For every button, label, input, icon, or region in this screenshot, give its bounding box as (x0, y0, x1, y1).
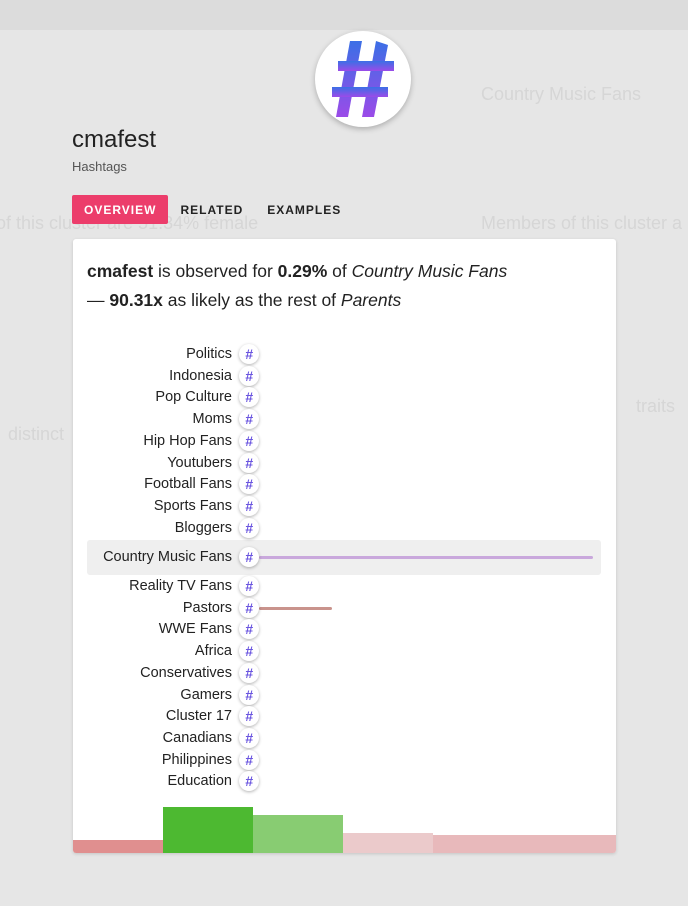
row-label: Africa (194, 643, 232, 660)
hashtag-icon: # (239, 641, 259, 662)
chart-row[interactable]: Moms # (73, 408, 616, 430)
hashtag-icon: # (239, 387, 259, 408)
page-subtitle: Hashtags (72, 159, 127, 174)
row-label: Indonesia (169, 367, 232, 384)
hashtag-icon: # (239, 365, 259, 386)
tab-bar: OVERVIEW RELATED EXAMPLES (72, 195, 353, 224)
hashtag-icon (332, 41, 394, 117)
distribution-bar (433, 834, 616, 853)
row-label: Youtubers (167, 454, 232, 471)
background-traits: traits (636, 396, 676, 416)
headline-text: of (327, 261, 352, 281)
chart-row[interactable]: Hip Hop Fans # (73, 430, 616, 452)
distribution-bar (73, 839, 163, 853)
hashtag-icon: # (239, 517, 259, 538)
chart-row[interactable]: Sports Fans # (73, 495, 616, 517)
chart-row[interactable]: Pop Culture # (73, 386, 616, 408)
row-label: Politics (186, 346, 232, 362)
chart-row[interactable]: Reality TV Fans # (73, 575, 616, 597)
chart-row[interactable]: Education # (73, 770, 616, 792)
hashtag-icon: # (239, 474, 259, 495)
hashtag-icon: # (239, 619, 259, 640)
hashtag-icon: # (239, 430, 259, 451)
chart-row[interactable]: Country Music Fans # (73, 546, 616, 568)
chart-row[interactable]: Bloggers # (73, 517, 616, 539)
row-label: Sports Fans (153, 497, 232, 514)
chart-row[interactable]: Politics # (73, 343, 616, 365)
hashtag-icon: # (239, 749, 259, 770)
tab-related[interactable]: RELATED (168, 195, 255, 224)
row-label: Hip Hop Fans (143, 432, 232, 449)
hashtag-icon: # (239, 684, 259, 705)
chart-row[interactable]: Football Fans # (73, 473, 616, 495)
chart-row[interactable]: Indonesia # (73, 365, 616, 387)
row-label: Education (167, 773, 233, 790)
headline-ratio: 90.31x (109, 290, 163, 310)
distribution-bar (343, 832, 433, 853)
row-label: Country Music Fans (103, 549, 232, 565)
chart-row[interactable]: Cluster 17 # (73, 705, 616, 727)
top-nav-bar (0, 0, 688, 30)
row-label: Philippines (161, 751, 232, 768)
row-label: Football Fans (144, 476, 232, 493)
chart-row[interactable]: Africa # (73, 640, 616, 662)
hashtag-icon: # (239, 771, 259, 792)
row-label: Moms (192, 411, 232, 428)
page-title: cmafest (72, 126, 157, 153)
hashtag-icon: # (239, 662, 259, 683)
row-label: Cluster 17 (165, 708, 232, 725)
headline-pct: 0.29% (277, 261, 328, 281)
headline-cluster: Country Music Fans (351, 261, 508, 281)
background-cluster-name: Country Music Fans (481, 84, 642, 104)
hashtag-icon: # (239, 706, 259, 727)
hashtag-icon: # (239, 409, 259, 430)
row-label: Canadians (162, 729, 232, 746)
hashtag-icon: # (239, 344, 259, 364)
background-members-text: Members of this cluster a (481, 213, 683, 233)
chart-row[interactable]: Pastors # (73, 597, 616, 619)
hashtag-icon: # (239, 547, 259, 567)
row-label: Pastors (182, 599, 232, 616)
hashtag-icon: # (239, 597, 259, 618)
hashtag-avatar (315, 31, 411, 127)
row-label: Conservatives (140, 664, 232, 681)
row-bar (259, 556, 593, 559)
chart-row[interactable]: Philippines # (73, 749, 616, 771)
tab-overview[interactable]: OVERVIEW (72, 195, 169, 224)
row-bar (259, 606, 333, 610)
row-label: WWE Fans (158, 621, 232, 638)
background-distinct: distinct (8, 424, 65, 444)
row-label: Bloggers (174, 519, 232, 536)
headline-text: as likely as the rest of (162, 290, 341, 310)
chart-row[interactable]: Gamers # (73, 684, 616, 706)
chart-row[interactable]: Canadians # (73, 727, 616, 749)
row-label: Gamers (180, 686, 232, 703)
tab-examples[interactable]: EXAMPLES (255, 195, 353, 224)
overview-card: cmafest is observed for 0.29% of Country… (73, 239, 616, 853)
hashtag-icon: # (239, 495, 259, 516)
headline-term: cmafest (87, 261, 154, 281)
headline-baseline: Parents (340, 290, 402, 310)
headline-text: is observed for (153, 261, 278, 281)
chart-row[interactable]: WWE Fans # (73, 618, 616, 640)
headline-text: — (87, 290, 110, 310)
distribution-bar (163, 807, 253, 853)
hashtag-icon: # (239, 727, 259, 748)
headline: cmafest is observed for 0.29% of Country… (87, 257, 507, 315)
row-label: Pop Culture (155, 389, 232, 406)
chart-row[interactable]: Youtubers # (73, 452, 616, 474)
hashtag-icon: # (239, 576, 259, 596)
chart-row[interactable]: Conservatives # (73, 662, 616, 684)
row-label: Reality TV Fans (129, 578, 232, 594)
hashtag-icon: # (239, 452, 259, 473)
distribution-bar (253, 814, 343, 853)
